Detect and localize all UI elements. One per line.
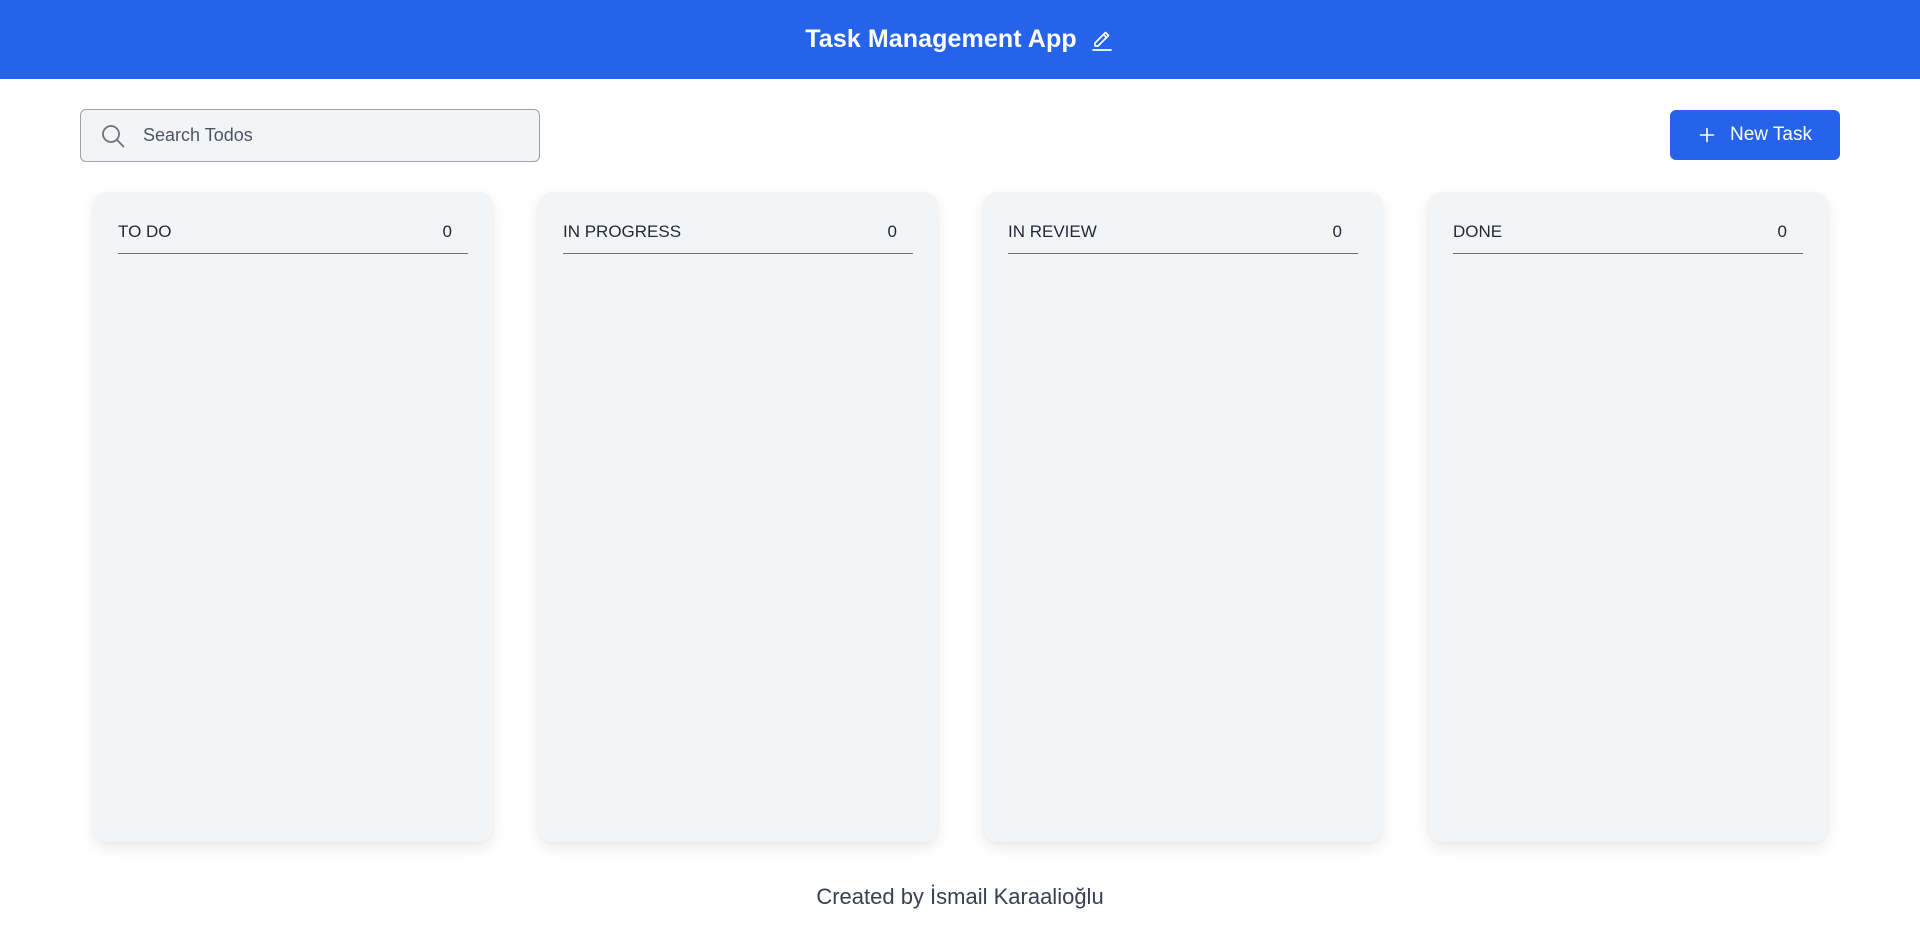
search-box[interactable] <box>80 109 540 162</box>
search-icon <box>99 122 127 150</box>
column-in-review[interactable]: IN REVIEW 0 <box>983 192 1383 842</box>
header-title-group: Task Management App <box>805 25 1114 54</box>
column-header: DONE 0 <box>1453 218 1803 254</box>
task-board: TO DO 0 IN PROGRESS 0 IN REVIEW 0 DONE 0 <box>93 192 1828 842</box>
page-title: Task Management App <box>805 25 1077 53</box>
new-task-button[interactable]: New Task <box>1670 110 1840 160</box>
new-task-label: New Task <box>1729 124 1812 145</box>
column-done[interactable]: DONE 0 <box>1428 192 1828 842</box>
column-header: TO DO 0 <box>118 218 468 254</box>
column-header: IN PROGRESS 0 <box>563 218 913 254</box>
column-count: 0 <box>442 221 452 241</box>
column-count: 0 <box>1777 221 1787 241</box>
column-title: IN REVIEW <box>1008 221 1097 241</box>
column-dropzone[interactable] <box>1453 254 1803 824</box>
column-title: DONE <box>1453 221 1503 241</box>
column-todo[interactable]: TO DO 0 <box>93 192 493 842</box>
column-in-progress[interactable]: IN PROGRESS 0 <box>538 192 938 842</box>
search-input[interactable] <box>141 115 521 156</box>
column-dropzone[interactable] <box>118 254 468 824</box>
column-title: IN PROGRESS <box>563 221 682 241</box>
column-count: 0 <box>1332 221 1342 241</box>
app-header: Task Management App <box>0 0 1920 79</box>
footer-credit: Created by İsmail Karaalioğlu <box>816 884 1104 909</box>
column-title: TO DO <box>118 221 172 241</box>
column-dropzone[interactable] <box>563 254 913 824</box>
column-count: 0 <box>887 221 897 241</box>
pencil-icon[interactable] <box>1089 27 1115 53</box>
plus-icon <box>1698 126 1716 144</box>
column-header: IN REVIEW 0 <box>1008 218 1358 254</box>
column-dropzone[interactable] <box>1008 254 1358 824</box>
